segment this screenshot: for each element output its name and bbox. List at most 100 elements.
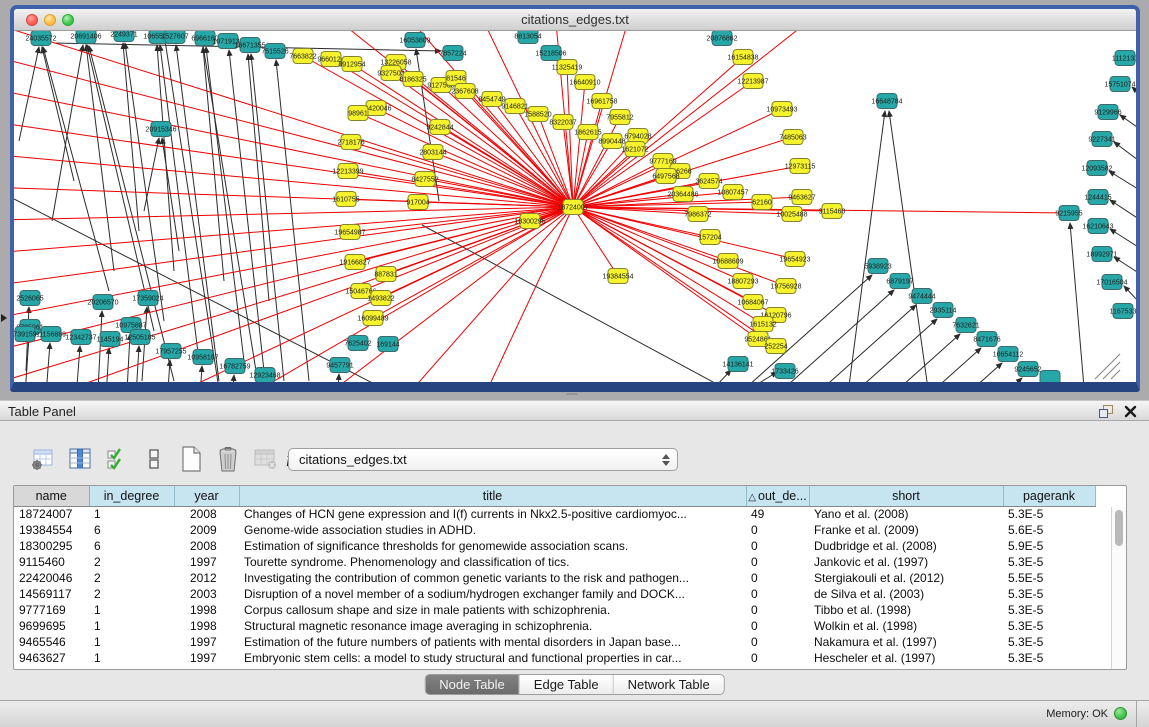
table-row[interactable]: 946362711997Embryonic stem cells: a mode… — [14, 650, 1095, 666]
table-cell[interactable]: 5.9E-5 — [1003, 538, 1095, 554]
table-cell[interactable]: 2009 — [174, 522, 239, 538]
table-cell[interactable]: 1 — [89, 634, 174, 650]
table-cell[interactable]: 19384554 — [14, 522, 89, 538]
column-header-in_degree[interactable]: in_degree — [89, 486, 174, 506]
tab-node-table[interactable]: Node Table — [425, 675, 520, 694]
table-cell[interactable]: 0 — [746, 538, 809, 554]
tab-edge-table[interactable]: Edge Table — [520, 675, 614, 694]
network-graph[interactable]: 2403557220691406224937110655267152760769… — [14, 31, 1136, 382]
table-row[interactable]: 2242004622012Investigating the contribut… — [14, 570, 1095, 586]
table-cell[interactable]: 2 — [89, 554, 174, 570]
table-cell[interactable]: Jankovic et al. (1997) — [809, 554, 1003, 570]
table-selector-combobox[interactable]: citations_edges.txt — [288, 448, 678, 471]
column-header-name[interactable]: name — [14, 486, 89, 506]
table-cell[interactable]: de Silva et al. (2003) — [809, 586, 1003, 602]
table-row[interactable]: 977716911998Corpus callosum shape and si… — [14, 602, 1095, 618]
table-cell[interactable]: Changes of HCN gene expression and I(f) … — [239, 506, 746, 522]
tab-network-table[interactable]: Network Table — [614, 675, 724, 694]
table-cell[interactable]: Nakamura et al. (1997) — [809, 634, 1003, 650]
column-header-year[interactable]: year — [174, 486, 239, 506]
table-cell[interactable]: 1 — [89, 650, 174, 666]
table-cell[interactable]: Tibbo et al. (1998) — [809, 602, 1003, 618]
table-cell[interactable]: Yano et al. (2008) — [809, 506, 1003, 522]
table-cell[interactable]: 18724007 — [14, 506, 89, 522]
table-cell[interactable]: 2 — [89, 586, 174, 602]
column-header-short[interactable]: short — [809, 486, 1003, 506]
memory-status-led-icon[interactable] — [1114, 707, 1127, 720]
table-row[interactable]: 969969511998Structural magnetic resonanc… — [14, 618, 1095, 634]
table-row[interactable]: 1938455462009Genome-wide association stu… — [14, 522, 1095, 538]
table-cell[interactable]: 1998 — [174, 602, 239, 618]
table-cell[interactable]: 0 — [746, 554, 809, 570]
table-cell[interactable]: 0 — [746, 618, 809, 634]
table-cell[interactable]: 5.6E-5 — [1003, 522, 1095, 538]
table-cell[interactable]: 2008 — [174, 538, 239, 554]
table-row[interactable]: 1456911722003Disruption of a novel membe… — [14, 586, 1095, 602]
table-cell[interactable]: 9699695 — [14, 618, 89, 634]
table-cell[interactable]: 5.3E-5 — [1003, 506, 1095, 522]
table-cell[interactable]: Dudbridge et al. (2008) — [809, 538, 1003, 554]
table-cell[interactable]: 0 — [746, 570, 809, 586]
table-cell[interactable]: 1997 — [174, 634, 239, 650]
table-cell[interactable]: 5.3E-5 — [1003, 586, 1095, 602]
table-cell[interactable]: 9465546 — [14, 634, 89, 650]
table-cell[interactable]: 2008 — [174, 506, 239, 522]
table-cell[interactable]: 14569117 — [14, 586, 89, 602]
table-cell[interactable]: 2 — [89, 570, 174, 586]
network-canvas[interactable]: 2403557220691406224937110655267152760769… — [14, 31, 1136, 382]
table-scrollbar-thumb[interactable] — [1115, 510, 1123, 546]
table-cell[interactable]: 0 — [746, 586, 809, 602]
table-cell[interactable]: Investigating the contribution of common… — [239, 570, 746, 586]
rows-icon[interactable] — [141, 446, 167, 472]
table-cell[interactable]: Hescheler et al. (1997) — [809, 650, 1003, 666]
table-cell[interactable]: 6 — [89, 522, 174, 538]
table-cell[interactable]: Stergiakouli et al. (2012) — [809, 570, 1003, 586]
table-cell[interactable]: Wolkin et al. (1998) — [809, 618, 1003, 634]
table-cell[interactable]: Franke et al. (2009) — [809, 522, 1003, 538]
float-panel-icon[interactable] — [1099, 405, 1113, 418]
table-cell[interactable]: 9463627 — [14, 650, 89, 666]
table-cell[interactable]: 22420046 — [14, 570, 89, 586]
table-cell[interactable]: 5.5E-5 — [1003, 570, 1095, 586]
table-scrollbar[interactable] — [1111, 507, 1126, 669]
hidden-panel-arrow-icon[interactable] — [1, 314, 7, 322]
table-cell[interactable]: Disruption of a novel member of a sodium… — [239, 586, 746, 602]
table-row[interactable]: 946554611997Estimation of the future num… — [14, 634, 1095, 650]
table-cell[interactable]: 0 — [746, 650, 809, 666]
table-cell[interactable]: 0 — [746, 522, 809, 538]
show-column-icon[interactable] — [67, 446, 93, 472]
table-cell[interactable]: 5.3E-5 — [1003, 554, 1095, 570]
table-cell[interactable]: 2012 — [174, 570, 239, 586]
table-cell[interactable]: Structural magnetic resonance image aver… — [239, 618, 746, 634]
table-cell[interactable]: 5.3E-5 — [1003, 618, 1095, 634]
table-cell[interactable]: 49 — [746, 506, 809, 522]
table-row[interactable]: 911546021997Tourette syndrome. Phenomeno… — [14, 554, 1095, 570]
table-cell[interactable]: Corpus callosum shape and size in male p… — [239, 602, 746, 618]
table-settings-icon[interactable] — [30, 446, 56, 472]
table-cell[interactable]: 1 — [89, 506, 174, 522]
table-cell[interactable]: Estimation of the future numbers of pati… — [239, 634, 746, 650]
table-cell[interactable]: Embryonic stem cells: a model to study s… — [239, 650, 746, 666]
splitter-handle[interactable] — [566, 393, 578, 398]
select-rows-icon[interactable] — [104, 446, 130, 472]
table-cell[interactable]: 2003 — [174, 586, 239, 602]
window-titlebar[interactable]: citations_edges.txt — [14, 9, 1136, 31]
table-cell[interactable]: 1998 — [174, 618, 239, 634]
table-cell[interactable]: 5.3E-5 — [1003, 634, 1095, 650]
table-cell[interactable]: 0 — [746, 602, 809, 618]
table-cell[interactable]: 0 — [746, 634, 809, 650]
close-panel-icon[interactable] — [1124, 405, 1137, 418]
table-cell[interactable]: Genome-wide association studies in ADHD. — [239, 522, 746, 538]
table-row[interactable]: 1872400712008Changes of HCN gene express… — [14, 506, 1095, 522]
column-header-title[interactable]: title — [239, 486, 746, 506]
table-cell[interactable]: 1 — [89, 602, 174, 618]
table-cell[interactable]: 6 — [89, 538, 174, 554]
table-cell[interactable]: 1997 — [174, 554, 239, 570]
table-cell[interactable]: 9777169 — [14, 602, 89, 618]
column-header-out_de[interactable]: △out_de... — [746, 486, 809, 506]
table-cell[interactable]: 5.3E-5 — [1003, 602, 1095, 618]
table-cell[interactable]: Estimation of significance thresholds fo… — [239, 538, 746, 554]
delete-icon[interactable] — [215, 446, 241, 472]
graph-node[interactable] — [1040, 371, 1060, 383]
table-cell[interactable]: 5.3E-5 — [1003, 650, 1095, 666]
